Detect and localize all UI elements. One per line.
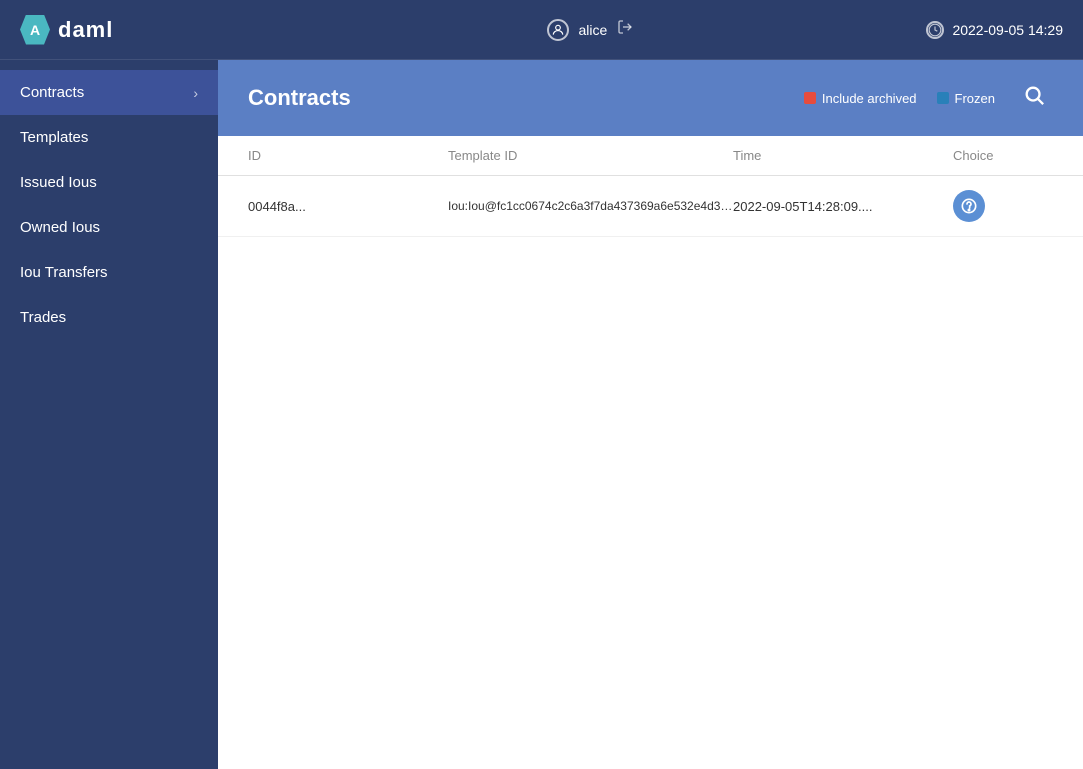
column-header-choice: Choice [953, 148, 1053, 163]
contracts-title: Contracts [248, 85, 351, 111]
sidebar-item-label: Contracts [20, 84, 84, 101]
main-layout: Contracts › Templates Issued Ious Owned … [0, 60, 1083, 769]
main-content: Contracts Include archived Frozen [218, 60, 1083, 769]
sidebar-item-trades[interactable]: Trades [0, 295, 218, 340]
user-section: alice [547, 19, 634, 41]
logo-text: daml [58, 17, 113, 43]
logout-icon[interactable] [617, 19, 633, 40]
sidebar-item-label: Trades [20, 309, 66, 326]
include-archived-label: Include archived [822, 91, 917, 106]
logo-icon: A [20, 15, 50, 45]
contracts-header: Contracts Include archived Frozen [218, 60, 1083, 136]
sidebar-item-label: Issued Ious [20, 174, 97, 191]
logo-area: A daml [20, 15, 113, 45]
datetime-section: 2022-09-05 14:29 [926, 21, 1063, 39]
filter-include-archived[interactable]: Include archived [804, 91, 917, 106]
contracts-filters: Include archived Frozen [804, 80, 1053, 116]
sidebar-item-owned-ious[interactable]: Owned Ious [0, 205, 218, 250]
table-header-row: ID Template ID Time Choice [218, 136, 1083, 176]
sidebar-item-issued-ious[interactable]: Issued Ious [0, 160, 218, 205]
sidebar: Contracts › Templates Issued Ious Owned … [0, 60, 218, 769]
cell-choice [953, 190, 1053, 222]
sidebar-item-contracts[interactable]: Contracts › [0, 70, 218, 115]
chevron-right-icon: › [193, 85, 198, 101]
filter-frozen[interactable]: Frozen [937, 91, 995, 106]
cell-time: 2022-09-05T14:28:09.... [733, 199, 953, 214]
sidebar-item-iou-transfers[interactable]: Iou Transfers [0, 250, 218, 295]
search-button[interactable] [1015, 80, 1053, 116]
column-header-time: Time [733, 148, 953, 163]
frozen-checkbox[interactable] [937, 92, 949, 104]
include-archived-checkbox[interactable] [804, 92, 816, 104]
contracts-table: ID Template ID Time Choice 0044f8a... Io… [218, 136, 1083, 769]
table-row: 0044f8a... Iou:Iou@fc1cc0674c2c6a3f7da43… [218, 176, 1083, 237]
choice-button[interactable] [953, 190, 985, 222]
username: alice [579, 22, 608, 38]
column-header-template-id: Template ID [448, 148, 733, 163]
clock-icon [926, 21, 944, 39]
frozen-label: Frozen [955, 91, 995, 106]
column-header-id: ID [248, 148, 448, 163]
user-avatar-icon [547, 19, 569, 41]
cell-id: 0044f8a... [248, 199, 448, 214]
sidebar-item-label: Owned Ious [20, 219, 100, 236]
app-header: A daml alice 2022-09-05 14:29 [0, 0, 1083, 60]
sidebar-item-templates[interactable]: Templates [0, 115, 218, 160]
cell-template-id: Iou:Iou@fc1cc0674c2c6a3f7da437369a6e532e… [448, 199, 733, 213]
sidebar-item-label: Templates [20, 129, 88, 146]
sidebar-item-label: Iou Transfers [20, 264, 108, 281]
datetime-display: 2022-09-05 14:29 [952, 22, 1063, 38]
